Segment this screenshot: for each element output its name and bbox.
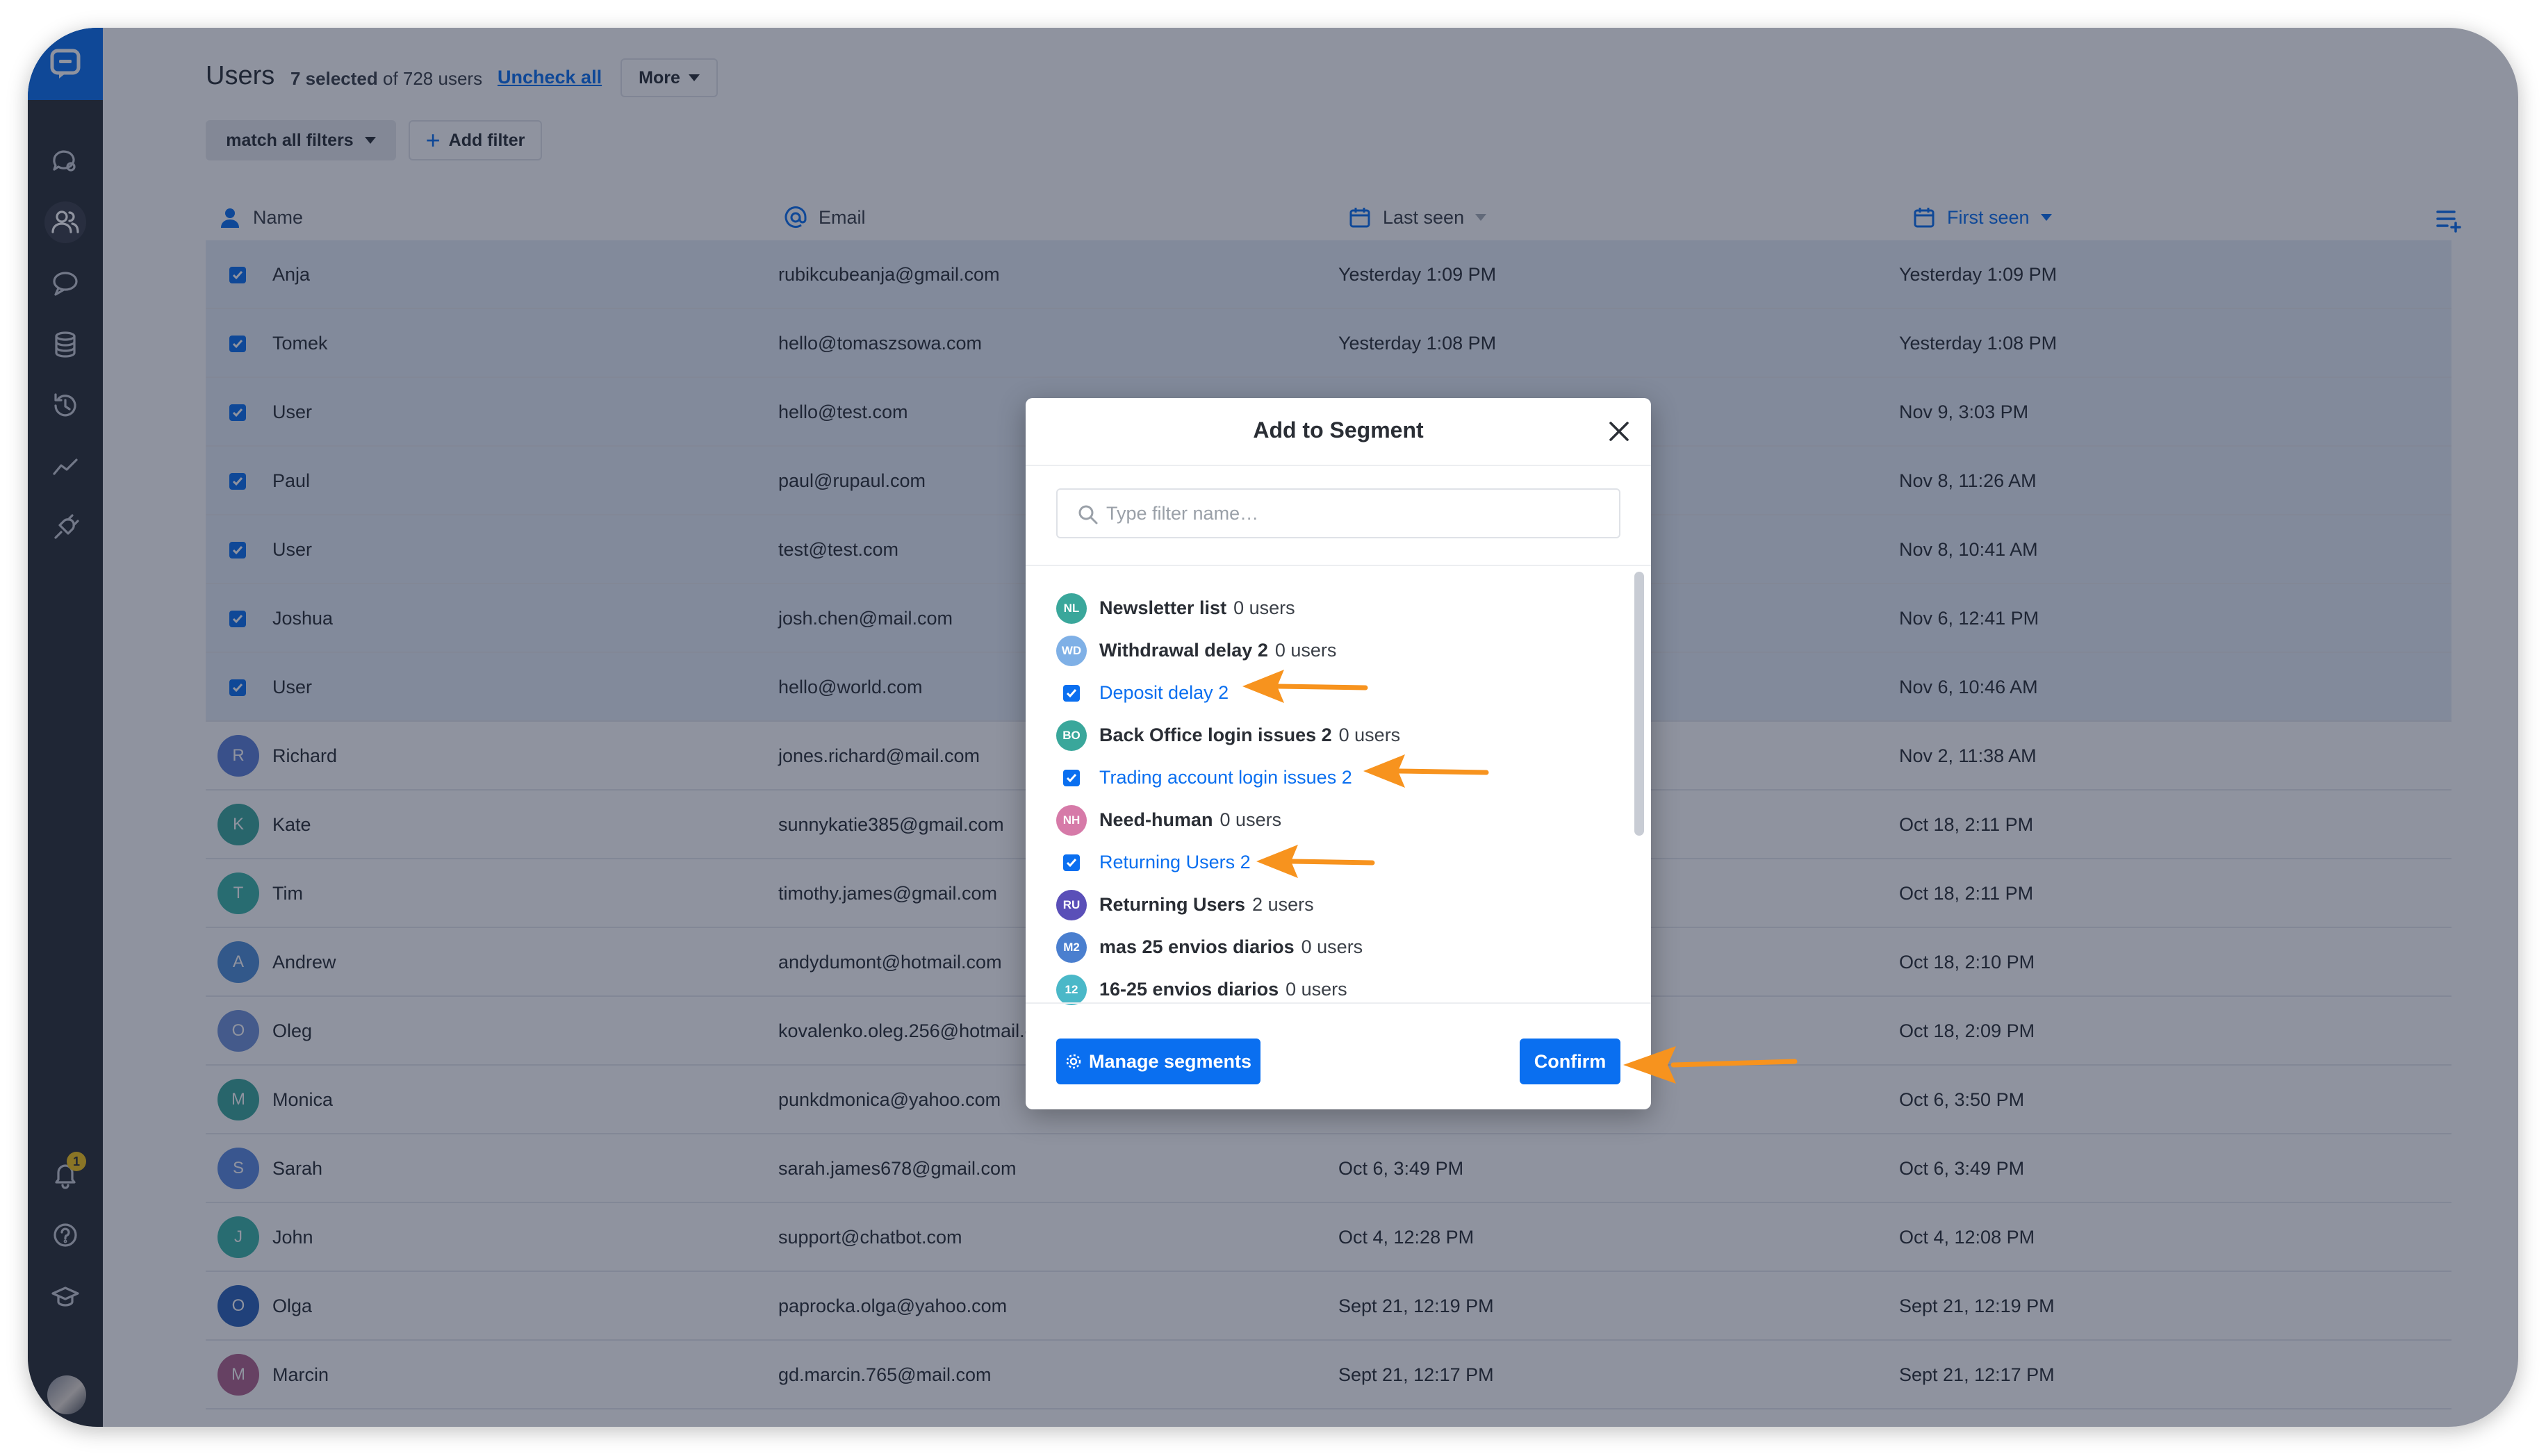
segment-search [1056, 488, 1620, 538]
segment-item[interactable]: NL Newsletter list 0 users [1056, 587, 1584, 629]
segment-checkbox[interactable] [1063, 854, 1080, 871]
segment-user-count: 0 users [1274, 640, 1337, 661]
segment-name: mas 25 envios diarios [1099, 936, 1295, 957]
app-window: 1 Users 7 selected of 728 users Uncheck … [28, 28, 2518, 1427]
segment-badge: NH [1056, 804, 1087, 836]
segment-item[interactable]: BO Back Office login issues 2 0 users [1056, 714, 1584, 756]
segment-list: NL Newsletter list 0 users WD Withdrawal del… [1056, 587, 1584, 1011]
divider [1026, 565, 1651, 566]
segment-checkbox[interactable] [1063, 684, 1080, 702]
annotation-arrow-confirm [1623, 1046, 1798, 1084]
segment-badge: 12 [1056, 974, 1087, 1005]
close-icon[interactable] [1604, 416, 1634, 447]
segment-name: Newsletter list [1099, 597, 1227, 618]
segment-name: 16-25 envios diarios [1099, 979, 1279, 1000]
segment-name: Trading account login issues 2 [1099, 767, 1352, 788]
segment-user-count: 0 users [1233, 597, 1295, 618]
manage-segments-button[interactable]: Manage segments [1056, 1039, 1260, 1084]
segment-search-input[interactable] [1106, 490, 1607, 537]
segment-name: Need-human [1099, 809, 1213, 830]
manage-segments-label: Manage segments [1088, 1050, 1252, 1072]
search-icon [1078, 505, 1098, 524]
segment-user-count: 0 users [1338, 725, 1401, 745]
segment-item[interactable]: M2 mas 25 envios diarios 0 users [1056, 926, 1584, 968]
confirm-button[interactable]: Confirm [1520, 1039, 1620, 1084]
annotation-arrow-returning-users [1256, 845, 1375, 878]
divider [1026, 465, 1651, 466]
annotation-arrow-deposit-delay [1242, 670, 1368, 703]
segment-user-count: 0 users [1286, 979, 1347, 1000]
segment-name: Back Office login issues 2 [1099, 725, 1332, 745]
segment-user-count: 0 users [1219, 809, 1282, 830]
segment-name: Withdrawal delay 2 [1099, 640, 1268, 661]
segment-badge: RU [1056, 889, 1087, 920]
segment-item[interactable]: RU Returning Users 2 users [1056, 884, 1584, 926]
segment-name: Deposit delay 2 [1099, 682, 1229, 703]
segment-user-count: 0 users [1301, 936, 1363, 957]
segment-item[interactable]: 12 16-25 envios diarios 0 users [1056, 968, 1584, 1011]
segment-item[interactable]: NH Need-human 0 users [1056, 799, 1584, 841]
segment-badge: M2 [1056, 932, 1087, 963]
segment-badge: BO [1056, 720, 1087, 751]
segment-item[interactable]: Trading account login issues 2 [1056, 756, 1584, 799]
segment-name: Returning Users [1099, 894, 1246, 915]
modal-title: Add to Segment [1253, 417, 1424, 442]
segment-badge: WD [1056, 635, 1087, 666]
segment-name: Returning Users 2 [1099, 852, 1251, 872]
segment-list-scrollbar[interactable] [1634, 572, 1644, 836]
segment-badge: NL [1056, 593, 1087, 624]
divider [1026, 1002, 1651, 1004]
segment-checkbox[interactable] [1063, 769, 1080, 786]
gear-icon [1066, 1054, 1081, 1069]
add-to-segment-modal: Add to Segment NL Newsletter list 0 users W… [1026, 398, 1651, 1109]
segment-user-count: 2 users [1252, 894, 1314, 915]
annotation-arrow-trading-account [1363, 754, 1489, 788]
